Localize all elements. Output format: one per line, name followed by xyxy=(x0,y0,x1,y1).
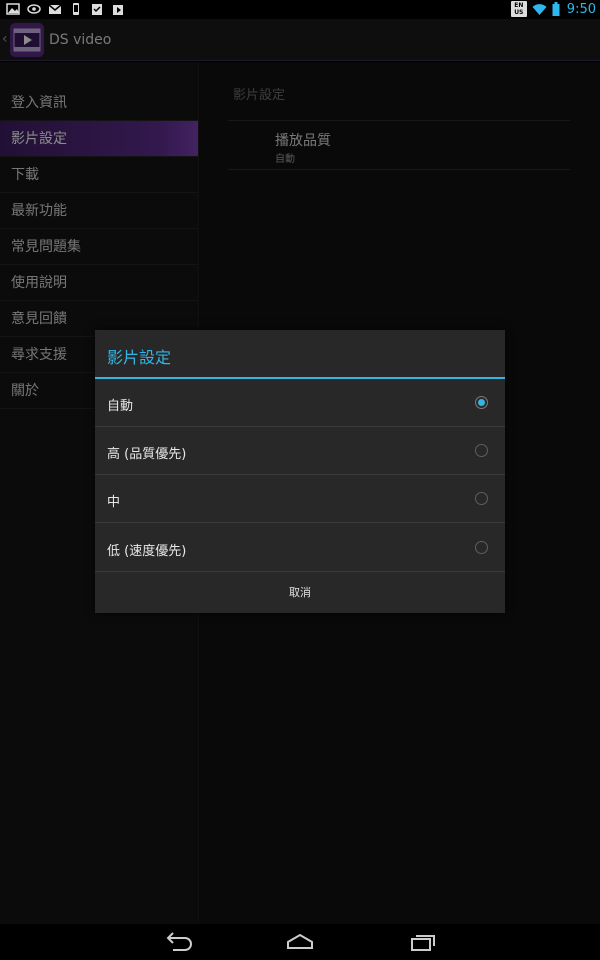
home-icon[interactable] xyxy=(285,930,315,954)
wifi-icon xyxy=(532,3,547,15)
recents-icon[interactable] xyxy=(407,930,437,954)
gallery-icon xyxy=(6,3,20,15)
option-label: 高 (品質優先) xyxy=(107,447,187,462)
option-medium[interactable]: 中 xyxy=(95,475,505,523)
option-label: 低 (速度優先) xyxy=(107,544,187,559)
radio-unselected-icon[interactable] xyxy=(475,444,488,457)
input-language-badge: EN US xyxy=(510,1,527,17)
nvidia-icon xyxy=(27,4,41,14)
navigation-bar xyxy=(0,924,600,960)
clock: 9:50 xyxy=(566,1,596,17)
phone-icon xyxy=(73,3,79,15)
radio-selected-icon[interactable] xyxy=(475,396,488,409)
input-language-top: EN xyxy=(514,2,524,9)
battery-icon xyxy=(552,2,560,16)
option-label: 中 xyxy=(107,495,121,510)
status-indicators: EN US 9:50 xyxy=(510,1,596,17)
clipboard-check-icon xyxy=(92,4,102,15)
back-icon[interactable] xyxy=(163,930,193,954)
dialog-title: 影片設定 xyxy=(107,348,172,367)
option-label: 自動 xyxy=(107,399,134,414)
input-language-bottom: US xyxy=(514,9,524,16)
video-quality-dialog: 影片設定 自動 高 (品質優先) 中 低 (速度優先) 取消 xyxy=(95,330,505,613)
option-high[interactable]: 高 (品質優先) xyxy=(95,427,505,475)
notification-icons xyxy=(6,2,125,16)
gmail-icon xyxy=(48,4,62,14)
cancel-button[interactable]: 取消 xyxy=(95,573,505,613)
play-store-icon xyxy=(113,5,123,15)
option-low[interactable]: 低 (速度優先) xyxy=(95,524,505,572)
option-auto[interactable]: 自動 xyxy=(95,379,505,427)
radio-unselected-icon[interactable] xyxy=(475,492,488,505)
radio-unselected-icon[interactable] xyxy=(475,541,488,554)
status-bar: EN US 9:50 xyxy=(0,0,600,19)
